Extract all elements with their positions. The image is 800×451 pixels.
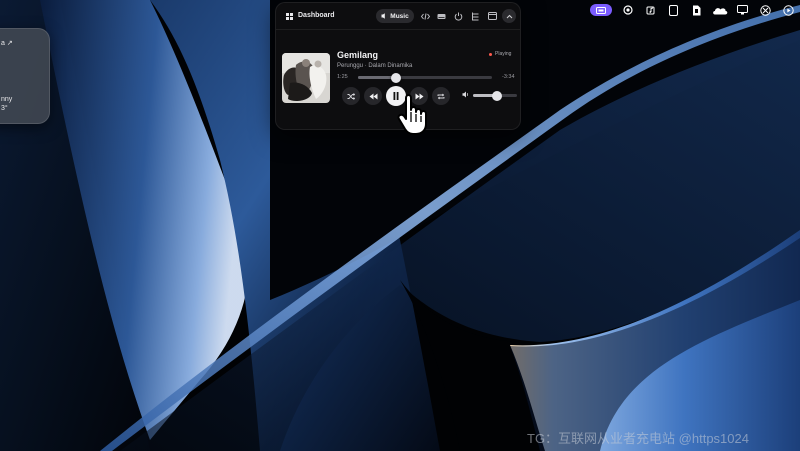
tab-music-label: Music	[390, 12, 409, 20]
previous-button[interactable]	[364, 87, 382, 105]
collapse-icon[interactable]	[502, 9, 516, 23]
repeat-icon	[437, 93, 445, 99]
app-pill-icon[interactable]	[590, 4, 612, 16]
playing-status: Playing	[489, 51, 511, 57]
dashboard-title: Dashboard	[298, 12, 335, 19]
power-icon[interactable]	[451, 9, 465, 23]
record-icon[interactable]	[618, 3, 637, 17]
widget-location-text: a ↗	[1, 40, 13, 47]
music-note-icon[interactable]	[641, 3, 660, 17]
menu-bar-status-icons	[590, 3, 800, 17]
mouse-pointer-icon	[397, 94, 427, 135]
music-tab-icon	[381, 13, 386, 19]
repeat-button[interactable]	[432, 87, 450, 105]
widget-condition-text: nny	[1, 96, 13, 103]
list-tree-icon[interactable]	[468, 9, 482, 23]
vpn-icon[interactable]	[756, 3, 775, 17]
playing-dot	[489, 52, 492, 56]
track-title: Gemilang	[337, 50, 379, 60]
play-icon[interactable]	[779, 3, 798, 17]
volume-icon	[462, 91, 469, 98]
widget-temperature-text: 3°	[1, 105, 8, 112]
shuffle-icon	[347, 92, 355, 100]
calendar-icon[interactable]	[485, 9, 499, 23]
progress-knob[interactable]	[390, 72, 401, 83]
tab-music[interactable]: Music	[376, 9, 414, 23]
volume-knob[interactable]	[492, 90, 503, 101]
progress-bar[interactable]	[358, 72, 492, 83]
shuffle-button[interactable]	[342, 87, 360, 105]
watermark-text: TG：互联网从业者充电站 @https1024	[527, 431, 749, 446]
elapsed-time: 1:25	[337, 74, 348, 80]
track-artist: Perunggu · Dalam Dinamika	[337, 63, 413, 69]
remaining-time: -3:34	[502, 74, 515, 80]
playing-status-label: Playing	[495, 51, 512, 57]
battery-icon[interactable]	[687, 3, 706, 17]
grid-icon	[286, 13, 293, 20]
album-art	[282, 53, 330, 103]
rewind-icon	[369, 93, 377, 99]
volume-slider[interactable]	[473, 90, 517, 101]
code-icon[interactable]	[418, 9, 432, 23]
weather-widget[interactable]: a ↗ nny 3°	[0, 28, 50, 124]
card-icon[interactable]	[664, 3, 683, 17]
display-icon[interactable]	[733, 3, 752, 17]
dashboard-header: Dashboard Music	[276, 3, 520, 30]
cloud-icon[interactable]	[710, 3, 729, 17]
drive-icon[interactable]	[434, 9, 448, 23]
progress-fill	[358, 76, 396, 79]
